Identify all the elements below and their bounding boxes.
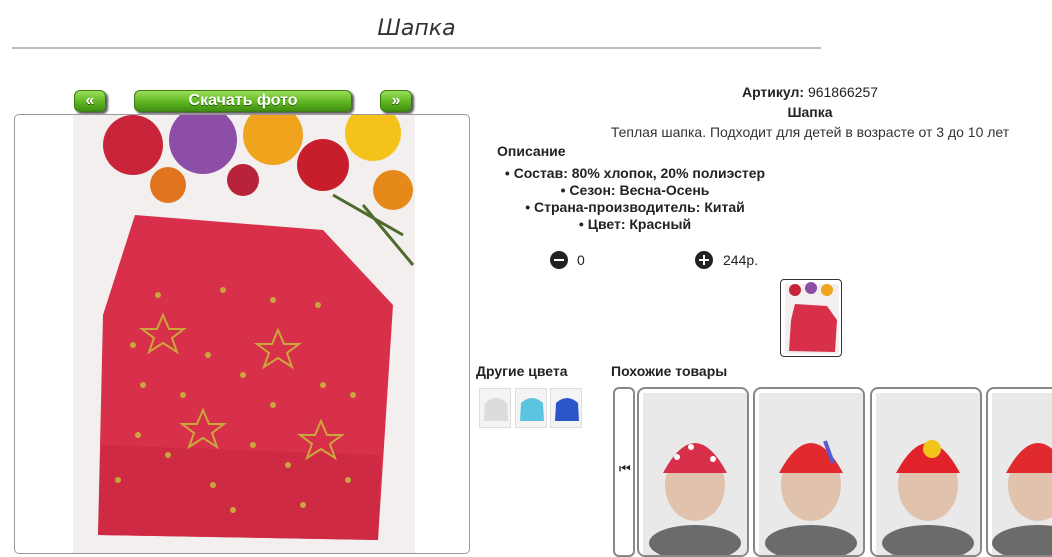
product-photo[interactable] — [73, 115, 415, 553]
prev-photo-button[interactable]: « — [74, 90, 106, 112]
page-title: Шапка — [377, 16, 456, 41]
similar-product-card[interactable] — [870, 387, 982, 557]
color-swatch-gray[interactable] — [479, 388, 511, 428]
skip-back-icon: ⏮ — [619, 461, 631, 476]
next-photo-button[interactable]: » — [380, 90, 412, 112]
product-thumbnail[interactable] — [780, 279, 842, 357]
carousel-prev-button[interactable]: ⏮ — [613, 387, 635, 557]
description-heading: Описание — [497, 143, 566, 159]
spec-item: • Цвет: Красный — [578, 216, 692, 232]
spec-text: Сезон: Весна-Осень — [569, 182, 710, 198]
similar-product-card[interactable] — [753, 387, 865, 557]
similar-product-card[interactable] — [637, 387, 749, 557]
similar-product-card[interactable] — [986, 387, 1052, 557]
title-divider — [12, 47, 821, 49]
color-swatch-blue[interactable] — [550, 388, 582, 428]
article-number: Артикул: 961866257 — [610, 84, 1010, 100]
spec-text: Состав: 80% хлопок, 20% полиэстер — [513, 165, 766, 181]
spec-item: • Состав: 80% хлопок, 20% полиэстер — [504, 165, 766, 181]
price: 244р. — [723, 252, 759, 268]
spec-item: • Сезон: Весна-Осень — [560, 182, 710, 198]
spec-text: Цвет: Красный — [587, 216, 692, 232]
product-name: Шапка — [787, 104, 833, 120]
product-photo-frame — [14, 114, 470, 554]
product-description: Теплая шапка. Подходит для детей в возра… — [610, 124, 1010, 140]
plus-icon[interactable] — [695, 251, 713, 269]
article-value: 961866257 — [807, 84, 879, 100]
other-colors-title: Другие цвета — [476, 363, 568, 379]
spec-item: • Страна-производитель: Китай — [525, 199, 745, 215]
quantity-value: 0 — [577, 252, 585, 268]
spec-text: Страна-производитель: Китай — [534, 199, 745, 215]
article-label: Артикул: — [741, 84, 805, 100]
minus-icon[interactable] — [550, 251, 568, 269]
download-photo-button[interactable]: Скачать фото — [134, 90, 352, 112]
similar-products-title: Похожие товары — [611, 363, 728, 379]
color-swatch-light-blue[interactable] — [515, 388, 547, 428]
